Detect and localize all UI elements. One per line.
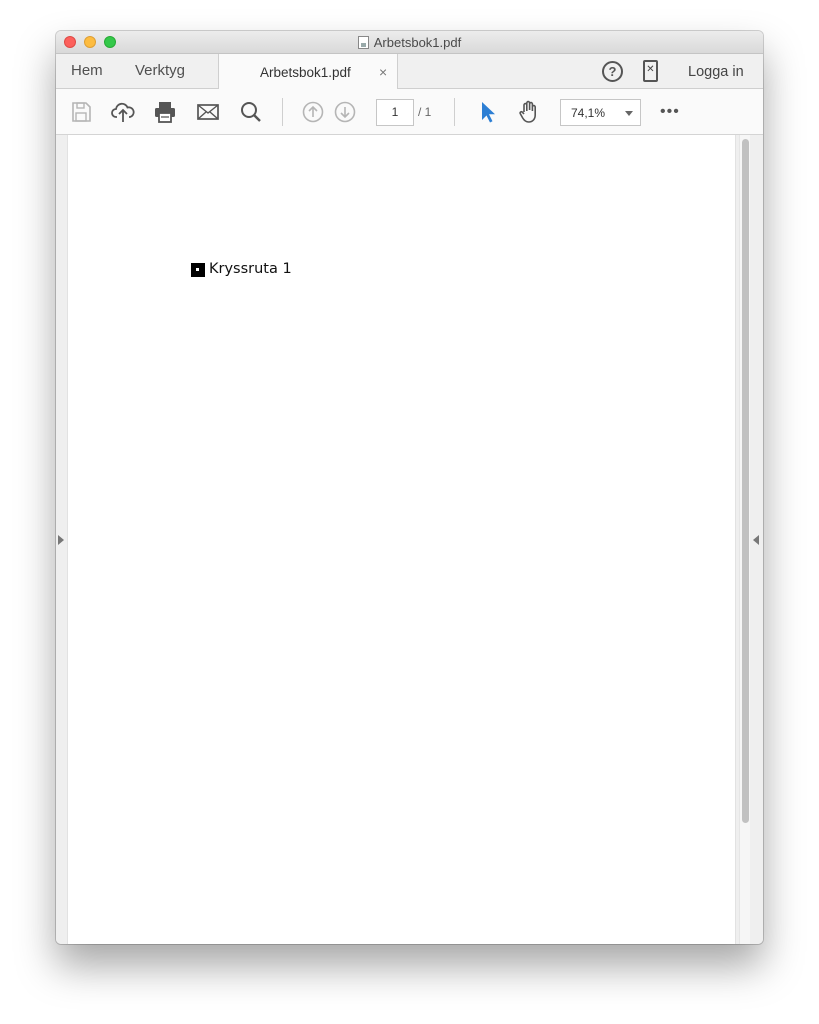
toolbar-divider xyxy=(282,98,283,126)
document-viewport: Kryssruta 1 xyxy=(56,135,763,944)
select-cursor-icon[interactable] xyxy=(474,99,500,125)
document-tab-label: Arbetsbok1.pdf xyxy=(260,65,351,80)
help-icon[interactable]: ? xyxy=(602,61,623,82)
title-bar: Arbetsbok1.pdf xyxy=(56,31,763,54)
save-icon[interactable] xyxy=(68,99,94,125)
window-title-wrap: Arbetsbok1.pdf xyxy=(56,31,763,54)
mobile-link-icon[interactable]: ✕ xyxy=(643,60,658,82)
toolbar-divider xyxy=(454,98,455,126)
cloud-upload-icon[interactable] xyxy=(110,99,136,125)
tab-bar: Hem Verktyg Arbetsbok1.pdf × ? ✕ Logga i… xyxy=(56,54,763,90)
chevron-down-icon xyxy=(625,111,633,116)
vertical-scrollbar[interactable] xyxy=(739,135,750,944)
more-options-icon[interactable]: ••• xyxy=(660,103,680,121)
zoom-value: 74,1% xyxy=(571,106,606,120)
page-total: / 1 xyxy=(418,105,432,119)
print-icon[interactable] xyxy=(152,99,178,125)
page-number-input[interactable]: 1 xyxy=(376,99,414,126)
right-pane-toggle-icon[interactable] xyxy=(753,535,759,545)
next-page-icon[interactable] xyxy=(332,99,358,125)
zoom-select[interactable]: 74,1% xyxy=(560,99,641,126)
tab-home[interactable]: Hem xyxy=(71,62,103,79)
scroll-thumb[interactable] xyxy=(742,139,749,823)
close-tab-icon[interactable]: × xyxy=(379,64,387,80)
pdf-document-icon xyxy=(357,36,369,49)
checkbox-label: Kryssruta 1 xyxy=(209,261,292,277)
app-window: Arbetsbok1.pdf Hem Verktyg Arbetsbok1.pd… xyxy=(56,31,763,944)
search-icon[interactable] xyxy=(238,99,264,125)
left-pane-toggle-icon[interactable] xyxy=(58,535,64,545)
tab-tools[interactable]: Verktyg xyxy=(135,62,185,79)
login-link[interactable]: Logga in xyxy=(688,64,744,80)
pdf-page: Kryssruta 1 xyxy=(67,135,736,944)
toolbar: 1 / 1 74,1% ••• xyxy=(56,89,763,135)
window-title: Arbetsbok1.pdf xyxy=(373,35,462,50)
previous-page-icon[interactable] xyxy=(300,99,326,125)
email-icon[interactable] xyxy=(195,99,221,125)
hand-tool-icon[interactable] xyxy=(516,99,542,125)
checkbox-field[interactable] xyxy=(191,263,205,277)
tab-document[interactable]: Arbetsbok1.pdf × xyxy=(218,54,398,90)
